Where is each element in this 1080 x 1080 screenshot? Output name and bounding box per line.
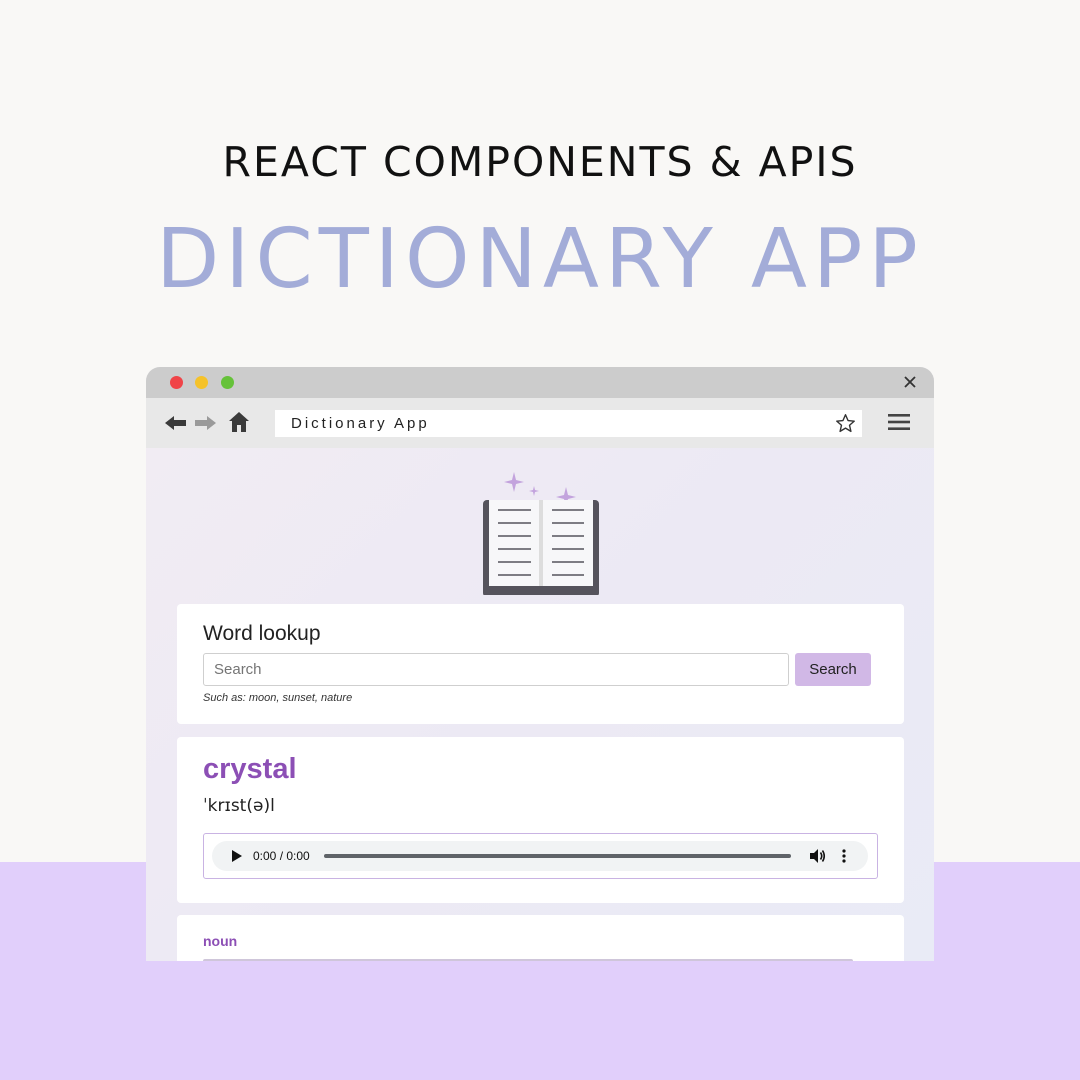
open-book-icon bbox=[483, 472, 599, 595]
volume-icon[interactable] bbox=[810, 849, 826, 863]
home-icon[interactable] bbox=[228, 411, 250, 433]
result-word: crystal bbox=[203, 753, 297, 785]
sparkle-icon bbox=[504, 472, 524, 492]
phonetic-text: ˈkrɪst(ə)l bbox=[203, 796, 275, 816]
meaning-card: noun bbox=[177, 915, 904, 961]
forward-arrow-icon[interactable] bbox=[194, 415, 216, 431]
app-content: Word lookup Search Such as: moon, sunset… bbox=[146, 448, 934, 961]
banner-subtitle: REACT COMPONENTS & APIS bbox=[222, 138, 858, 186]
definition-text-cropped bbox=[203, 959, 853, 961]
back-arrow-icon[interactable] bbox=[165, 415, 187, 431]
audio-time: 0:00 / 0:00 bbox=[253, 849, 310, 863]
lookup-heading: Word lookup bbox=[203, 622, 321, 645]
audio-player-frame: 0:00 / 0:00 bbox=[203, 833, 878, 879]
word-result-card: crystal ˈkrɪst(ə)l 0:00 / 0:00 bbox=[177, 737, 904, 903]
star-icon[interactable] bbox=[835, 413, 856, 434]
close-icon[interactable] bbox=[902, 374, 918, 390]
minimize-window-dot[interactable] bbox=[195, 376, 208, 389]
search-button[interactable]: Search bbox=[795, 653, 871, 686]
address-bar-text: Dictionary App bbox=[291, 415, 430, 432]
browser-navbar: Dictionary App bbox=[146, 398, 934, 448]
audio-player: 0:00 / 0:00 bbox=[212, 841, 868, 871]
window-titlebar bbox=[146, 367, 934, 398]
close-window-dot[interactable] bbox=[170, 376, 183, 389]
address-bar[interactable]: Dictionary App bbox=[275, 410, 862, 437]
browser-window: Dictionary App Word lookup Search Search… bbox=[146, 367, 934, 961]
sparkle-icon bbox=[529, 486, 539, 496]
play-icon[interactable] bbox=[231, 850, 242, 862]
maximize-window-dot[interactable] bbox=[221, 376, 234, 389]
search-hint: Such as: moon, sunset, nature bbox=[203, 692, 353, 704]
word-lookup-card: Word lookup Search Such as: moon, sunset… bbox=[177, 604, 904, 724]
more-vertical-icon[interactable] bbox=[842, 849, 846, 863]
search-input[interactable] bbox=[203, 653, 789, 686]
audio-progress-track[interactable] bbox=[324, 854, 791, 858]
hamburger-menu-icon[interactable] bbox=[888, 413, 910, 431]
part-of-speech-label: noun bbox=[203, 933, 238, 949]
banner-title: DICTIONARY APP bbox=[156, 212, 924, 307]
